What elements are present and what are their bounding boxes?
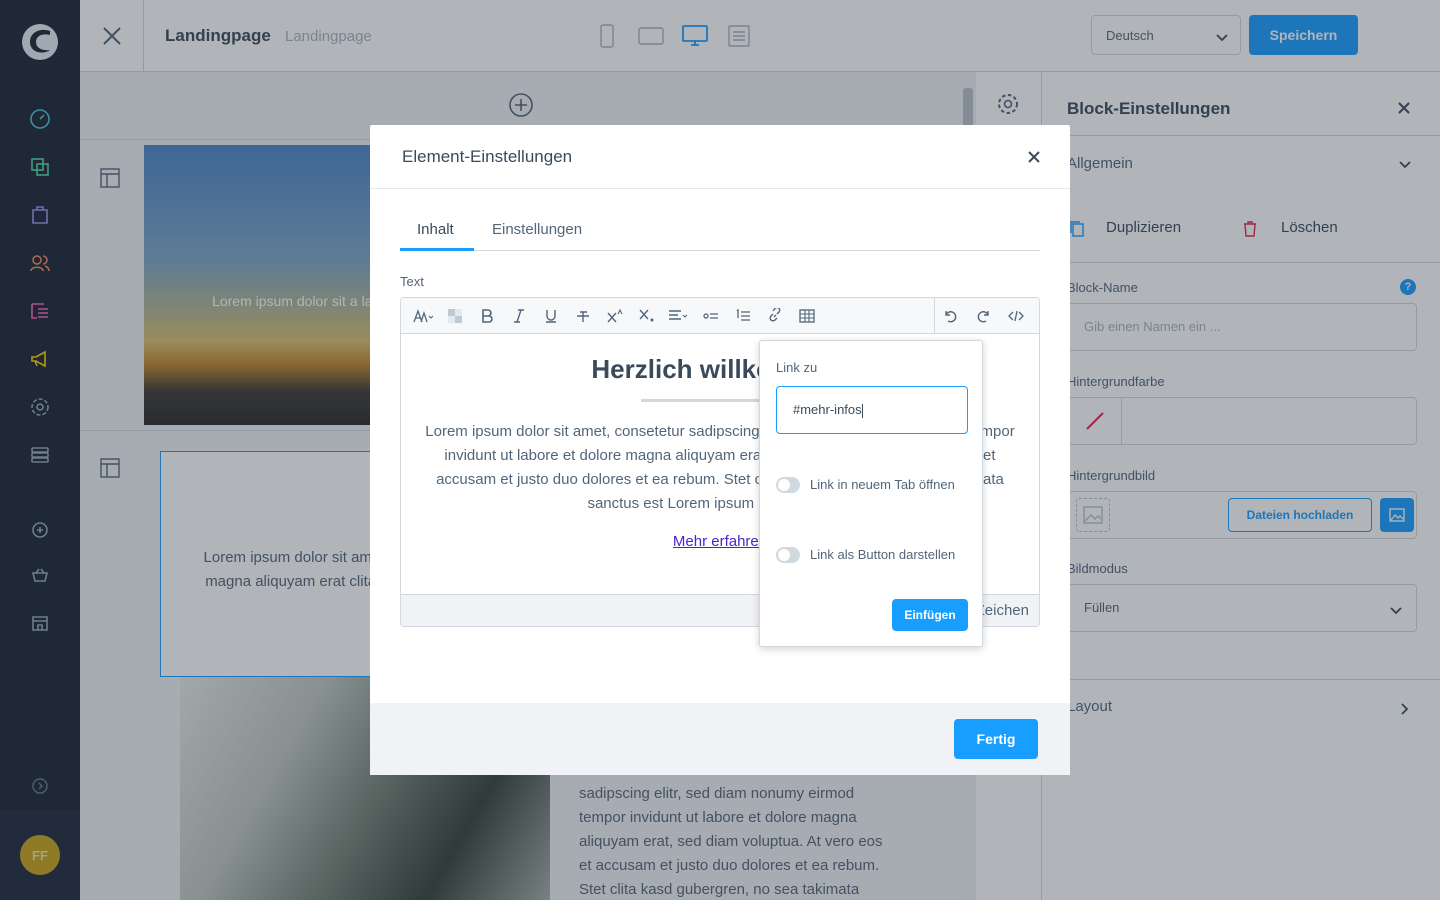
modal-footer: Fertig — [370, 703, 1070, 775]
link-url-value: #mehr-infos — [793, 402, 862, 417]
modal-tabs: Inhalt Einstellungen — [400, 211, 1040, 251]
tab-settings[interactable]: Einstellungen — [492, 221, 582, 238]
text-cursor — [861, 403, 863, 418]
toolbar-separator — [934, 298, 935, 334]
character-count-label: Zeichen — [975, 602, 1029, 619]
superscript-icon[interactable] — [605, 306, 625, 326]
display-as-button-label: Link als Button darstellen — [810, 547, 956, 562]
numbered-list-icon[interactable] — [733, 306, 753, 326]
link-url-input[interactable]: #mehr-infos — [776, 386, 968, 434]
italic-icon[interactable] — [509, 306, 529, 326]
code-view-icon[interactable] — [1006, 306, 1026, 326]
insert-link-button[interactable]: Einfügen — [892, 599, 968, 631]
modal-title: Element-Einstellungen — [402, 147, 573, 166]
active-tab-indicator — [400, 248, 474, 251]
text-style-icon[interactable] — [413, 306, 435, 326]
align-icon[interactable] — [667, 306, 691, 326]
link-popover: Link zu #mehr-infos Link in neuem Tab öf… — [759, 340, 983, 647]
bold-icon[interactable] — [477, 306, 497, 326]
link-to-label: Link zu — [776, 360, 818, 375]
text-color-icon[interactable] — [445, 306, 465, 326]
editor-toolbar — [401, 298, 1039, 334]
underline-icon[interactable] — [541, 306, 561, 326]
subscript-icon[interactable] — [637, 306, 657, 326]
done-button[interactable]: Fertig — [954, 719, 1038, 759]
tab-content[interactable]: Inhalt — [417, 221, 454, 238]
undo-icon[interactable] — [941, 306, 961, 326]
redo-icon[interactable] — [973, 306, 993, 326]
table-icon[interactable] — [797, 306, 817, 326]
new-tab-label: Link in neuem Tab öffnen — [810, 477, 955, 492]
strikethrough-icon[interactable] — [573, 306, 593, 326]
link-icon[interactable] — [765, 306, 785, 326]
divider — [370, 188, 1070, 189]
display-as-button-toggle[interactable] — [776, 547, 800, 563]
bullet-list-icon[interactable] — [701, 306, 721, 326]
close-icon[interactable] — [1026, 149, 1042, 165]
text-field-label: Text — [400, 274, 424, 289]
new-tab-toggle[interactable] — [776, 477, 800, 493]
